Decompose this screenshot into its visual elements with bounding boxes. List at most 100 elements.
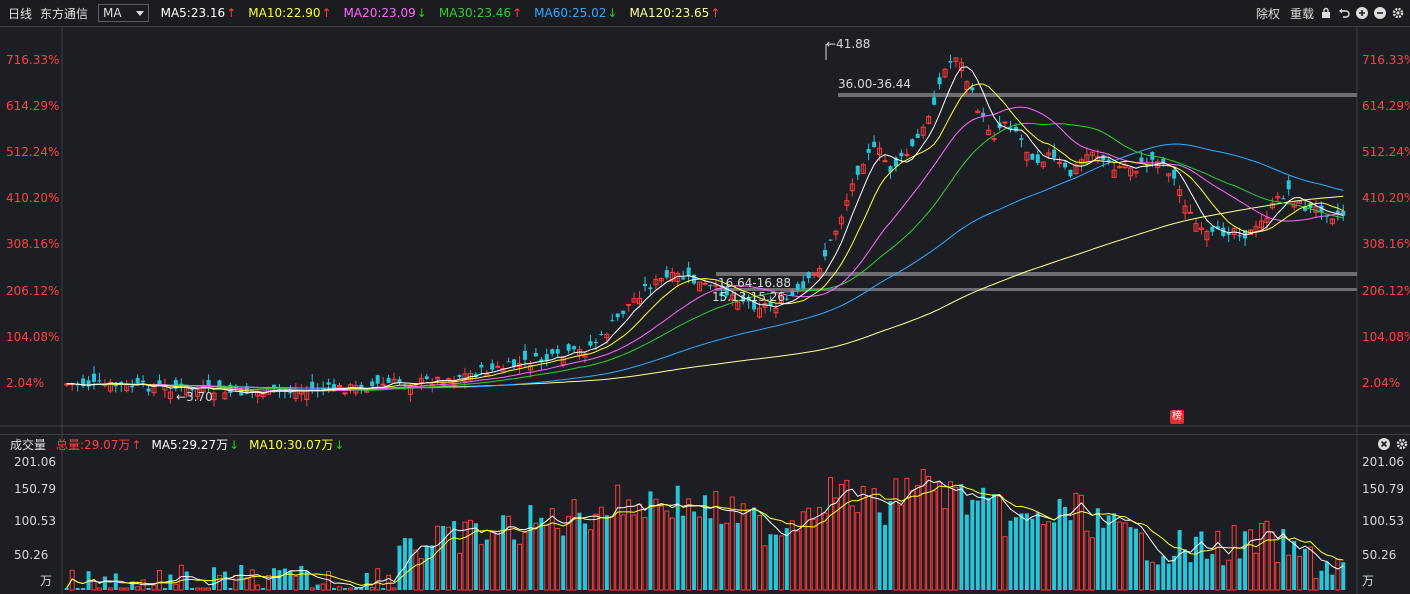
volume-bar <box>315 584 320 590</box>
volume-bar <box>1210 554 1215 590</box>
close-icon[interactable] <box>1378 438 1390 450</box>
volume-bar <box>1008 520 1013 590</box>
volume-bar <box>1330 574 1335 590</box>
volume-bar <box>1199 531 1204 590</box>
volume-bar <box>735 522 740 590</box>
volume-bar <box>773 534 778 590</box>
volume-bar <box>216 574 222 591</box>
volume-bar <box>81 588 86 590</box>
volume-bar <box>1095 508 1100 590</box>
volume-bar <box>888 500 893 590</box>
candle-body <box>336 385 342 388</box>
volume-bar <box>277 570 282 590</box>
price-axis-left-0: 716.33% <box>6 53 60 67</box>
volume-bar <box>1084 530 1090 591</box>
low-price-label: ←3.70 <box>176 390 213 404</box>
volume-bar <box>653 498 659 591</box>
volume-bar <box>156 569 162 591</box>
volume-bar <box>1040 524 1046 591</box>
volume-bar <box>855 512 861 591</box>
volume-bar <box>299 566 304 590</box>
volume-bar <box>446 526 452 591</box>
volume-bar <box>1183 549 1188 590</box>
volume-bar <box>544 524 550 591</box>
candle-body <box>1188 211 1194 214</box>
volume-bar <box>528 505 533 590</box>
volume-bar <box>1046 521 1052 591</box>
candle-body <box>910 139 915 146</box>
price-axis-right-2: 512.24% <box>1362 145 1410 159</box>
volume-bar <box>228 588 233 590</box>
candle-body <box>823 249 828 257</box>
volume-bar <box>959 484 964 590</box>
volume-ma10: MA10:30.07万↓ <box>249 437 345 452</box>
volume-bar <box>593 513 599 591</box>
candle-body <box>1019 138 1024 140</box>
volume-bar <box>992 494 997 590</box>
volume-bar <box>244 577 250 591</box>
volume-bar <box>190 588 195 590</box>
volume-bar <box>441 525 446 590</box>
volume-bar <box>1253 552 1259 591</box>
volume-bar <box>1101 527 1106 590</box>
range-mid2-label: 15.13-15.26 <box>712 290 786 304</box>
volume-bar <box>953 486 959 591</box>
volume-bar <box>424 545 429 590</box>
candle-body <box>872 141 877 147</box>
volume-bar <box>1204 558 1209 590</box>
candle-body <box>370 381 375 387</box>
candle-body <box>424 376 429 379</box>
candle-body <box>1035 154 1040 163</box>
volume-bar <box>577 512 582 590</box>
candle-body <box>457 375 462 378</box>
volume-bar <box>609 516 615 591</box>
volume-bar <box>184 571 189 590</box>
rank-badge[interactable]: 榜 <box>1170 410 1184 424</box>
volume-bar <box>778 535 784 591</box>
volume-total: 总量:29.07万↑ <box>56 437 142 452</box>
candle-body <box>882 160 888 163</box>
volume-bar <box>740 503 746 591</box>
volume-bar <box>795 530 801 591</box>
volume-bar <box>1161 555 1166 590</box>
volume-bar <box>926 475 932 591</box>
candle-body <box>1172 169 1177 179</box>
candle-body <box>904 154 910 157</box>
volume-bar <box>517 543 523 591</box>
volume-ma5: MA5:29.27万↓ <box>151 437 240 452</box>
candle-body <box>550 349 555 354</box>
candle-body <box>135 377 140 383</box>
volume-axis-right-1: 150.79 <box>1362 482 1404 496</box>
volume-bar <box>675 485 680 590</box>
volume-bar <box>1303 548 1308 590</box>
candle-body <box>288 392 293 394</box>
resistance-band-top <box>838 93 1357 97</box>
volume-bar <box>539 517 544 590</box>
volume-bar <box>173 583 179 591</box>
volume-settings-icon[interactable] <box>1396 438 1408 450</box>
volume-bar <box>489 531 495 591</box>
ma20-line <box>66 106 1344 392</box>
candle-body <box>866 148 871 153</box>
price-axis-left-4: 308.16% <box>6 237 60 251</box>
volume-bar <box>1313 577 1319 591</box>
price-axis-left-6: 104.08% <box>6 330 60 344</box>
volume-title: 成交量 <box>10 437 47 452</box>
kline-chart[interactable] <box>0 0 1410 594</box>
volume-header: 成交量 总量:29.07万↑ MA5:29.27万↓ MA10:30.07万↓ <box>0 434 1410 453</box>
candle-body <box>130 385 135 388</box>
price-axis-right-5: 206.12% <box>1362 284 1410 298</box>
volume-bar <box>255 584 261 591</box>
volume-bar <box>571 499 577 591</box>
candle-body <box>1210 226 1215 232</box>
volume-bar <box>1133 528 1138 590</box>
candle-body <box>490 363 495 370</box>
volume-bar <box>942 508 948 591</box>
volume-bar <box>1013 517 1018 590</box>
volume-series <box>64 468 1346 591</box>
volume-axis-right-2: 100.53 <box>1362 514 1404 528</box>
volume-bar <box>146 588 151 590</box>
candle-body <box>512 359 517 367</box>
volume-bar <box>320 583 326 591</box>
volume-bar <box>75 588 80 590</box>
